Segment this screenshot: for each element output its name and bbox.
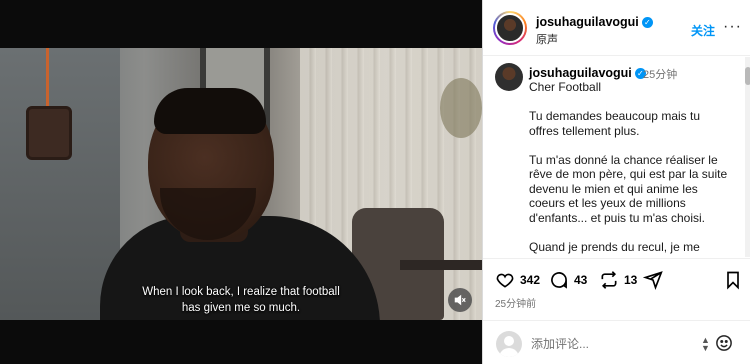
mute-toggle-button[interactable] (448, 288, 472, 312)
save-button[interactable] (723, 269, 743, 291)
video-scene-cord (46, 48, 49, 106)
like-count: 342 (520, 273, 541, 287)
caption-paragraph: Quand je prends du recul, je me (529, 239, 700, 254)
repost-icon (601, 271, 617, 289)
author-username: josuhaguilavogui (536, 15, 639, 29)
bookmark-icon (727, 271, 739, 290)
post-actions-bar: 342 43 13 25分钟前 (483, 258, 750, 310)
share-button[interactable] (643, 269, 663, 291)
video-scene-table (400, 260, 482, 270)
caption-area: josuhaguilavogui ✓ 25分钟 Cher Football Tu … (483, 57, 750, 257)
author-avatar-image (495, 13, 525, 43)
emoji-icon[interactable] (715, 334, 733, 352)
caption-username-link[interactable]: josuhaguilavogui ✓ (529, 66, 646, 80)
comment-count: 43 (574, 273, 588, 287)
comment-input[interactable] (531, 335, 691, 353)
current-user-avatar (496, 331, 522, 357)
verified-badge-icon: ✓ (641, 17, 653, 28)
caption-username: josuhaguilavogui (529, 66, 632, 80)
caption-paragraph: Tu m'as donné la chance réaliser le rêve… (529, 152, 728, 225)
comment-button[interactable]: 43 (549, 269, 587, 291)
caption-avatar[interactable] (495, 63, 523, 91)
caption-paragraph: Tu demandes beaucoup mais tu offres tell… (529, 109, 700, 138)
share-icon (643, 271, 663, 290)
video-scene-plant (440, 78, 482, 138)
more-options-button[interactable]: ··· (723, 18, 742, 36)
comment-stepper[interactable]: ▲ ▼ (701, 336, 710, 353)
post-header: josuhaguilavogui ✓ 原声 关注 ··· (483, 0, 750, 56)
author-username-link[interactable]: josuhaguilavogui ✓ (536, 15, 653, 29)
original-audio-link[interactable]: 原声 (536, 31, 558, 47)
volume-muted-icon (454, 294, 466, 306)
caption-paragraph: Cher Football (529, 80, 602, 94)
repost-button[interactable]: 13 (599, 269, 637, 291)
author-avatar[interactable] (493, 11, 527, 45)
person-hair (154, 88, 266, 134)
comment-bar: ▲ ▼ (483, 320, 750, 364)
caption-scrollbar[interactable] (745, 57, 750, 257)
reel-video-player[interactable]: When I look back, I realize that footbal… (0, 0, 482, 364)
video-frame (0, 48, 482, 320)
repost-count: 13 (624, 273, 638, 287)
heart-icon (496, 273, 514, 288)
follow-button[interactable]: 关注 (691, 22, 715, 39)
stepper-down-icon[interactable]: ▼ (701, 344, 710, 353)
post-side-panel: josuhaguilavogui ✓ 原声 关注 ··· josuhaguilav… (482, 0, 750, 364)
like-button[interactable]: 342 (495, 269, 540, 291)
video-person (60, 48, 380, 320)
video-subtitle-line-2: has given me so much. (181, 302, 301, 314)
comment-icon (551, 272, 567, 289)
scrollbar-thumb[interactable] (745, 67, 750, 85)
video-subtitle-line-1: When I look back, I realize that footbal… (142, 286, 340, 298)
caption-text: Cher Football Tu demandes beaucoup mais … (529, 80, 729, 257)
post-time-ago: 25分钟前 (495, 299, 537, 310)
